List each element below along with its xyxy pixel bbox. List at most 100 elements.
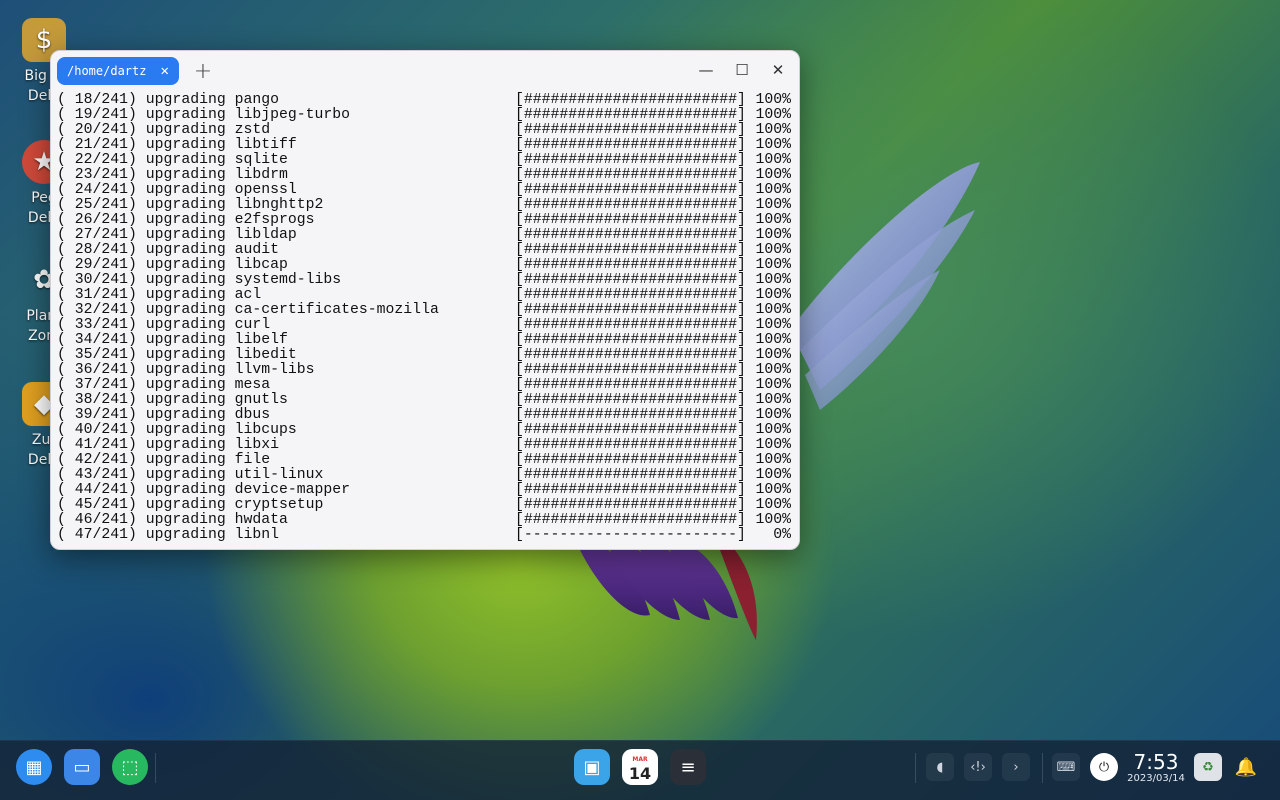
app-store-icon[interactable]: ⬚: [112, 749, 148, 785]
terminal-line-text: ( 27/241) upgrading libldap: [57, 227, 297, 243]
progress-bar-text: [########################]: [515, 497, 746, 513]
volume-icon[interactable]: ◖: [926, 753, 954, 781]
terminal-window[interactable]: /home/dartz ✕ + — ☐ ✕ ( 18/241) upgradin…: [50, 50, 800, 550]
progress-bar-text: [########################]: [515, 242, 746, 258]
progress-percent: 100%: [755, 227, 791, 243]
tab-close-icon[interactable]: ✕: [160, 63, 168, 79]
taskbar-divider: [155, 753, 156, 783]
terminal-line: ( 47/241) upgrading libnl [--------------…: [57, 528, 795, 543]
progress-percent: 100%: [755, 122, 791, 138]
terminal-line-text: ( 23/241) upgrading libdrm: [57, 167, 288, 183]
keyboard-icon[interactable]: ⌨: [1052, 753, 1080, 781]
progress-bar-text: [########################]: [515, 152, 746, 168]
terminal-line: ( 42/241) upgrading file [###############…: [57, 453, 795, 468]
progress-bar-text: [########################]: [515, 407, 746, 423]
control-center-icon[interactable]: ≡: [670, 749, 706, 785]
terminal-line-text: ( 45/241) upgrading cryptsetup: [57, 497, 324, 513]
terminal-line: ( 28/241) upgrading audit [##############…: [57, 243, 795, 258]
taskbar: ▦ ▭ ⬚ ▣ MAR 14 ≡ ◖ ‹!› › ⌨ ⏻ 7:53 2023/0…: [0, 740, 1280, 800]
terminal-line: ( 37/241) upgrading mesa [###############…: [57, 378, 795, 393]
file-manager-icon[interactable]: ▭: [64, 749, 100, 785]
terminal-line-text: ( 28/241) upgrading audit: [57, 242, 279, 258]
progress-bar-text: [########################]: [515, 257, 746, 273]
progress-bar-text: [########################]: [515, 512, 746, 528]
tray-divider: [915, 753, 916, 783]
calendar-icon[interactable]: MAR 14: [622, 749, 658, 785]
progress-percent: 100%: [755, 167, 791, 183]
terminal-line-text: ( 34/241) upgrading libelf: [57, 332, 288, 348]
maximize-button[interactable]: ☐: [731, 59, 753, 81]
clock-time[interactable]: 7:53: [1130, 751, 1182, 773]
terminal-line-text: ( 33/241) upgrading curl: [57, 317, 271, 333]
terminal-line-text: ( 24/241) upgrading openssl: [57, 182, 297, 198]
new-tab-button[interactable]: +: [193, 59, 213, 84]
progress-bar-text: [------------------------]: [515, 527, 746, 543]
progress-percent: 100%: [755, 197, 791, 213]
terminal-line: ( 40/241) upgrading libcups [############…: [57, 423, 795, 438]
terminal-line: ( 39/241) upgrading dbus [###############…: [57, 408, 795, 423]
progress-percent: 100%: [755, 182, 791, 198]
terminal-line-text: ( 35/241) upgrading libedit: [57, 347, 297, 363]
notification-bell-icon[interactable]: 🔔: [1232, 753, 1260, 781]
terminal-line-text: ( 20/241) upgrading zstd: [57, 122, 271, 138]
terminal-line-text: ( 36/241) upgrading llvm-libs: [57, 362, 315, 378]
terminal-line: ( 31/241) upgrading acl [################…: [57, 288, 795, 303]
terminal-line-text: ( 30/241) upgrading systemd-libs: [57, 272, 342, 288]
terminal-line-text: ( 31/241) upgrading acl: [57, 287, 262, 303]
terminal-tab[interactable]: /home/dartz ✕: [57, 57, 179, 85]
terminal-line: ( 35/241) upgrading libedit [############…: [57, 348, 795, 363]
progress-percent: 100%: [755, 482, 791, 498]
progress-percent: 100%: [755, 317, 791, 333]
terminal-line-text: ( 40/241) upgrading libcups: [57, 422, 297, 438]
progress-bar-text: [########################]: [515, 287, 746, 303]
progress-bar-text: [########################]: [515, 452, 746, 468]
progress-bar-text: [########################]: [515, 272, 746, 288]
terminal-line: ( 32/241) upgrading ca-certificates-mozi…: [57, 303, 795, 318]
progress-bar-text: [########################]: [515, 182, 746, 198]
terminal-line: ( 29/241) upgrading libcap [#############…: [57, 258, 795, 273]
terminal-line: ( 23/241) upgrading libdrm [#############…: [57, 168, 795, 183]
terminal-output[interactable]: ( 18/241) upgrading pango [##############…: [57, 93, 795, 543]
progress-percent: 100%: [755, 302, 791, 318]
progress-percent: 100%: [755, 107, 791, 123]
terminal-line-text: ( 22/241) upgrading sqlite: [57, 152, 288, 168]
minimize-button[interactable]: —: [695, 59, 717, 81]
progress-bar-text: [########################]: [515, 302, 746, 318]
terminal-line-text: ( 25/241) upgrading libnghttp2: [57, 197, 324, 213]
progress-percent: 100%: [755, 422, 791, 438]
terminal-line: ( 20/241) upgrading zstd [###############…: [57, 123, 795, 138]
code-icon[interactable]: ‹!›: [964, 753, 992, 781]
progress-percent: 100%: [755, 257, 791, 273]
terminal-line-text: ( 37/241) upgrading mesa: [57, 377, 271, 393]
progress-percent: 100%: [755, 92, 791, 108]
progress-percent: 100%: [755, 242, 791, 258]
progress-percent: 100%: [755, 497, 791, 513]
terminal-line: ( 38/241) upgrading gnutls [#############…: [57, 393, 795, 408]
terminal-line-text: ( 18/241) upgrading pango: [57, 92, 279, 108]
progress-bar-text: [########################]: [515, 377, 746, 393]
progress-bar-text: [########################]: [515, 422, 746, 438]
progress-percent: 100%: [755, 137, 791, 153]
close-button[interactable]: ✕: [767, 59, 789, 81]
terminal-line-text: ( 29/241) upgrading libcap: [57, 257, 288, 273]
progress-bar-text: [########################]: [515, 167, 746, 183]
file-manager-pinned-icon[interactable]: ▣: [574, 749, 610, 785]
terminal-line: ( 45/241) upgrading cryptsetup [#########…: [57, 498, 795, 513]
progress-percent: 100%: [755, 377, 791, 393]
power-icon[interactable]: ⏻: [1090, 753, 1118, 781]
launcher-icon[interactable]: ▦: [16, 749, 52, 785]
window-titlebar[interactable]: /home/dartz ✕ + — ☐ ✕: [51, 51, 799, 91]
terminal-line: ( 25/241) upgrading libnghttp2 [#########…: [57, 198, 795, 213]
progress-bar-text: [########################]: [515, 122, 746, 138]
progress-bar-text: [########################]: [515, 362, 746, 378]
terminal-line-text: ( 41/241) upgrading libxi: [57, 437, 279, 453]
terminal-line: ( 33/241) upgrading curl [###############…: [57, 318, 795, 333]
tray-divider-2: [1042, 753, 1043, 783]
terminal-line: ( 18/241) upgrading pango [##############…: [57, 93, 795, 108]
trash-icon[interactable]: ♻: [1194, 753, 1222, 781]
progress-bar-text: [########################]: [515, 227, 746, 243]
terminal-line-text: ( 44/241) upgrading device-mapper: [57, 482, 351, 498]
arrow-icon[interactable]: ›: [1002, 753, 1030, 781]
clock-date[interactable]: 2023/03/14: [1126, 773, 1186, 784]
terminal-line: ( 26/241) upgrading e2fsprogs [##########…: [57, 213, 795, 228]
